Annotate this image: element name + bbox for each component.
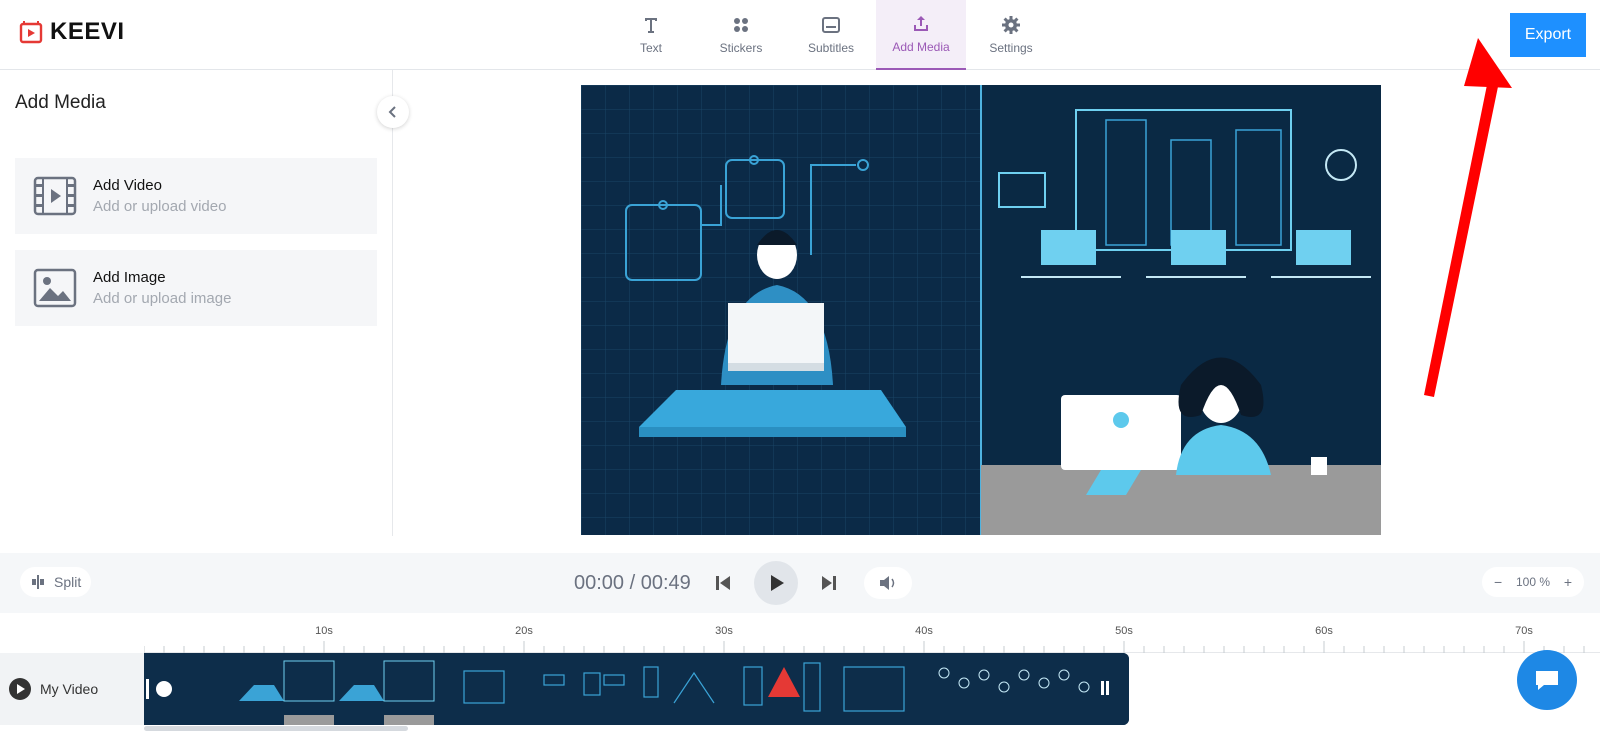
add-media-panel: Add Media Add Video Add or upload video … [0, 70, 393, 536]
split-icon [32, 575, 44, 589]
tab-label: Stickers [719, 41, 763, 55]
play-button[interactable] [754, 561, 798, 605]
chat-button[interactable] [1517, 650, 1577, 710]
logo-icon [19, 21, 43, 44]
tab-label: Settings [989, 41, 1033, 55]
video-preview[interactable] [581, 85, 1381, 535]
app-name: KEEVI [50, 18, 125, 45]
add-image-title: Add Image [93, 269, 166, 286]
top-bar: KEEVI Text Stickers Subtitles Add Media … [0, 0, 1600, 70]
panel-title: Add Media [15, 92, 106, 113]
zoom-in-button[interactable]: + [1564, 574, 1572, 590]
skip-back-icon [716, 576, 730, 590]
video-icon [33, 176, 77, 216]
add-video-title: Add Video [93, 177, 162, 194]
tick-label: 70s [1515, 625, 1533, 637]
timeline-scrollbar[interactable] [144, 726, 408, 731]
chevron-left-icon [388, 106, 396, 118]
subtitles-icon [822, 17, 840, 33]
stickers-icon [734, 18, 748, 32]
upload-icon [914, 16, 928, 31]
split-label: Split [54, 574, 82, 590]
volume-icon [880, 576, 895, 590]
clip-thumbnails [144, 653, 1129, 725]
tick-label: 40s [915, 625, 933, 637]
tick-label: 60s [1315, 625, 1333, 637]
gear-icon [1002, 16, 1020, 34]
timeline: 10s 20s 30s 40s 50s 60s 70s My Video [0, 613, 1600, 732]
preview-illustration [581, 85, 1381, 535]
zoom-control: − 100 % + [1482, 567, 1584, 597]
chat-icon [1536, 671, 1558, 690]
tab-label: Text [639, 41, 662, 55]
tab-add-media[interactable]: Add Media [876, 0, 966, 70]
split-button[interactable]: Split [20, 567, 92, 597]
video-track-label[interactable]: My Video [0, 653, 144, 725]
tick-label: 20s [515, 625, 533, 637]
video-clip[interactable] [144, 653, 1129, 725]
tab-text[interactable]: Text [606, 0, 696, 70]
add-video-card[interactable]: Add Video Add or upload video [15, 158, 377, 234]
tick-label: 10s [315, 625, 333, 637]
text-icon [645, 18, 657, 33]
time-ruler[interactable]: 10s 20s 30s 40s 50s 60s 70s [144, 613, 1600, 653]
transport-controls [706, 561, 846, 605]
zoom-out-button[interactable]: − [1494, 574, 1502, 590]
tab-label: Add Media [892, 40, 950, 54]
collapse-panel-button[interactable] [377, 96, 409, 128]
tick-label: 50s [1115, 625, 1133, 637]
tab-subtitles[interactable]: Subtitles [786, 0, 876, 70]
time-display: 00:00 / 00:49 [574, 572, 691, 594]
add-video-subtitle: Add or upload video [93, 198, 227, 215]
tab-stickers[interactable]: Stickers [696, 0, 786, 70]
skip-forward-icon [822, 576, 836, 590]
tab-settings[interactable]: Settings [966, 0, 1056, 70]
image-icon [33, 268, 77, 308]
skip-forward-button[interactable] [812, 566, 846, 600]
skip-back-button[interactable] [706, 566, 740, 600]
play-circle-icon [9, 678, 31, 700]
add-image-card[interactable]: Add Image Add or upload image [15, 250, 377, 326]
editor-tabs: Text Stickers Subtitles Add Media Settin… [606, 0, 1056, 70]
export-button[interactable]: Export [1510, 13, 1586, 57]
tick-label: 30s [715, 625, 733, 637]
app-logo[interactable]: KEEVI [18, 18, 125, 46]
track-name: My Video [40, 681, 99, 697]
play-icon [771, 575, 784, 591]
tab-label: Subtitles [807, 41, 855, 55]
volume-button[interactable] [864, 567, 912, 599]
ruler-ticks [144, 641, 1585, 653]
playback-controls: Split 00:00 / 00:49 − 100 % + [0, 553, 1600, 613]
add-image-subtitle: Add or upload image [93, 290, 232, 307]
zoom-level: 100 % [1515, 575, 1551, 589]
